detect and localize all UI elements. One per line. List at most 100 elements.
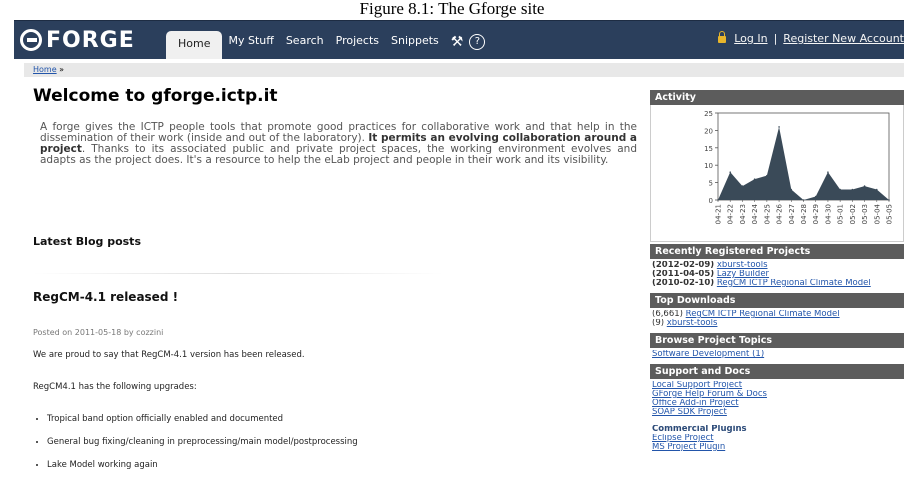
y-tick-label: 0 bbox=[709, 197, 713, 205]
project-topics-header: Browse Project Topics bbox=[650, 333, 904, 348]
activity-chart-box: 0 5 10 15 20 25 04-21 04-22 04-23 04-24 04-25 04-26… bbox=[650, 105, 904, 242]
breadcrumb: Home » bbox=[24, 63, 904, 77]
intro-text-2: . Thanks to its associated public and pr… bbox=[40, 143, 637, 166]
y-tick-label: 15 bbox=[704, 145, 713, 153]
login-link[interactable]: Log In bbox=[734, 32, 767, 45]
data-point bbox=[729, 171, 732, 173]
data-point bbox=[863, 185, 866, 187]
support-link[interactable]: SOAP SDK Project bbox=[652, 408, 727, 417]
activity-header: Activity bbox=[650, 90, 904, 105]
x-tick-label: 05-04 bbox=[873, 203, 881, 224]
intro-paragraph: A forge gives the ICTP people tools that… bbox=[40, 122, 637, 166]
x-tick-label: 05-05 bbox=[886, 204, 894, 224]
tab-search[interactable]: Search bbox=[280, 29, 330, 53]
plugin-link[interactable]: Eclipse Project bbox=[652, 434, 714, 443]
tools-icon[interactable]: ⚒ bbox=[451, 34, 464, 50]
download-link[interactable]: xburst-tools bbox=[667, 319, 718, 328]
tab-home[interactable]: Home bbox=[166, 31, 223, 59]
topic-link[interactable]: Software Development (1) bbox=[652, 350, 764, 359]
breadcrumb-separator: » bbox=[59, 65, 65, 74]
x-tick-label: 05-01 bbox=[837, 204, 845, 224]
project-date: (2011-04-05) bbox=[652, 270, 715, 279]
list-item: Tropical band option officially enabled … bbox=[47, 414, 613, 424]
activity-area-series bbox=[718, 126, 889, 200]
post-paragraph: We are proud to say that RegCM-4.1 versi… bbox=[33, 350, 305, 360]
activity-chart: 0 5 10 15 20 25 04-21 04-22 04-23 04-24 04-25 04-26… bbox=[704, 110, 894, 224]
data-point bbox=[851, 188, 854, 191]
x-tick-label: 04-30 bbox=[824, 204, 832, 224]
data-point bbox=[766, 174, 768, 177]
x-tick-label: 04-25 bbox=[763, 204, 771, 224]
recent-projects-list: (2012-02-09) xburst-tools (2011-04-05) L… bbox=[650, 259, 904, 291]
user-links-separator: | bbox=[773, 32, 778, 45]
download-link[interactable]: RegCM ICTP Regional Climate Model bbox=[686, 310, 840, 319]
forge-logo[interactable]: FORGE bbox=[20, 25, 135, 55]
plugin-link[interactable]: MS Project Plugin bbox=[652, 443, 725, 452]
latest-blog-heading: Latest Blog posts bbox=[33, 235, 141, 248]
data-point bbox=[827, 171, 829, 173]
list-item: (6,661) RegCM ICTP Regional Climate Mode… bbox=[652, 310, 902, 319]
project-link[interactable]: RegCM ICTP Regional Climate Model bbox=[717, 279, 871, 288]
forge-logo-icon bbox=[20, 29, 42, 51]
download-count: (6,661) bbox=[652, 310, 683, 319]
list-item: (2011-04-05) Lazy Builder bbox=[652, 270, 902, 279]
list-item: (2010-02-10) RegCM ICTP Regional Climate… bbox=[652, 279, 902, 288]
x-tick-label: 05-03 bbox=[861, 204, 869, 224]
lock-icon bbox=[718, 31, 727, 43]
list-item: Lake Model working again bbox=[47, 460, 613, 470]
support-link[interactable]: Office Add-in Project bbox=[652, 399, 739, 408]
y-tick-label: 5 bbox=[709, 180, 713, 188]
data-point bbox=[839, 188, 841, 191]
x-tick-label: 04-28 bbox=[800, 204, 808, 224]
support-docs-list: Local Support Project GForge Help Forum … bbox=[650, 379, 904, 455]
support-docs-header: Support and Docs bbox=[650, 364, 904, 379]
x-tick-label: 04-23 bbox=[739, 204, 747, 224]
tab-snippets[interactable]: Snippets bbox=[385, 29, 445, 53]
data-point bbox=[753, 178, 756, 180]
post-title[interactable]: RegCM-4.1 released ! bbox=[33, 290, 178, 304]
main-tabs: Home My Stuff Search Projects Snippets ⚒… bbox=[166, 21, 486, 59]
y-tick-label: 25 bbox=[704, 110, 713, 118]
support-link[interactable]: GForge Help Forum & Docs bbox=[652, 390, 767, 399]
commercial-plugins-heading: Commercial Plugins bbox=[652, 425, 747, 434]
sidebar: Activity 0 5 10 15 20 25 04-21 04-22 04-23 04-24 0… bbox=[650, 88, 904, 455]
user-links: Log In | Register New Account bbox=[718, 31, 904, 45]
x-tick-label: 04-29 bbox=[812, 204, 820, 224]
x-tick-label: 04-27 bbox=[788, 204, 796, 224]
list-item: (2012-02-09) xburst-tools bbox=[652, 261, 902, 270]
top-navigation-bar: FORGE Home My Stuff Search Projects Snip… bbox=[14, 20, 904, 59]
project-date: (2012-02-09) bbox=[652, 261, 715, 270]
x-tick-label: 04-24 bbox=[751, 203, 759, 224]
y-tick-label: 10 bbox=[704, 162, 713, 170]
data-point bbox=[790, 188, 793, 191]
post-body: We are proud to say that RegCM-4.1 versi… bbox=[33, 350, 613, 483]
recent-projects-header: Recently Registered Projects bbox=[650, 244, 904, 259]
top-downloads-list: (6,661) RegCM ICTP Regional Climate Mode… bbox=[650, 308, 904, 331]
project-link[interactable]: Lazy Builder bbox=[717, 270, 769, 279]
tab-projects[interactable]: Projects bbox=[330, 29, 385, 53]
top-downloads-header: Top Downloads bbox=[650, 293, 904, 308]
x-tick-label: 04-26 bbox=[776, 203, 784, 224]
tab-my-stuff[interactable]: My Stuff bbox=[222, 29, 279, 53]
list-item: (9) xburst-tools bbox=[652, 319, 902, 328]
figure-caption: Figure 8.1: The Gforge site bbox=[359, 0, 545, 18]
support-link[interactable]: Local Support Project bbox=[652, 381, 742, 390]
breadcrumb-home-link[interactable]: Home bbox=[33, 65, 57, 74]
project-link[interactable]: xburst-tools bbox=[717, 261, 768, 270]
x-tick-label: 05-02 bbox=[849, 204, 857, 224]
data-point bbox=[814, 195, 817, 198]
help-icon[interactable]: ? bbox=[469, 34, 486, 50]
post-paragraph: RegCM4.1 has the following upgrades: bbox=[33, 382, 197, 392]
project-topics-list: Software Development (1) bbox=[650, 348, 904, 362]
data-point bbox=[741, 185, 744, 187]
post-meta: Posted on 2011-05-18 by cozzini bbox=[33, 328, 164, 337]
upgrade-list: Tropical band option officially enabled … bbox=[33, 414, 613, 470]
x-tick-label: 04-22 bbox=[727, 204, 735, 224]
page-title: Welcome to gforge.ictp.it bbox=[33, 86, 278, 106]
y-tick-label: 20 bbox=[704, 127, 713, 135]
list-item: General bug fixing/cleaning in preproces… bbox=[47, 437, 613, 447]
section-divider bbox=[33, 273, 443, 274]
logo-text: FORGE bbox=[46, 27, 135, 53]
data-point bbox=[875, 188, 878, 191]
register-link[interactable]: Register New Account bbox=[783, 32, 904, 45]
